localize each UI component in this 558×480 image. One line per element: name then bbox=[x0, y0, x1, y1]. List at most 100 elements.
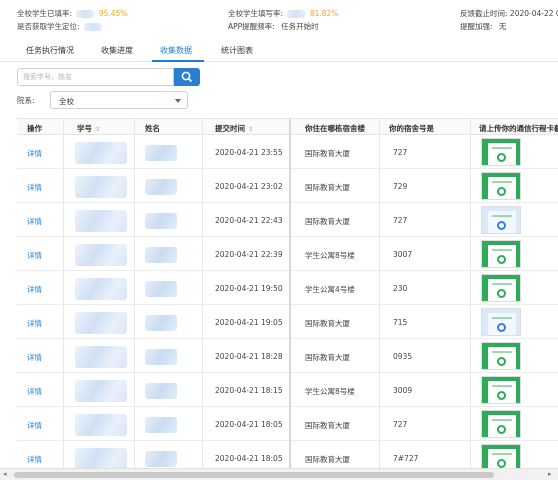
header-student-id[interactable]: 学号 ⇕ bbox=[77, 123, 100, 134]
check-icon bbox=[497, 459, 506, 468]
uploaded-image-thumbnail[interactable] bbox=[481, 308, 521, 336]
thumbnail-bar bbox=[492, 215, 512, 217]
search-icon bbox=[181, 71, 192, 82]
reminder-value: 无 bbox=[498, 22, 507, 31]
redacted-student-id bbox=[75, 210, 127, 232]
header-action: 操作 bbox=[27, 124, 42, 133]
thumbnail-card bbox=[488, 313, 516, 335]
redacted-name bbox=[145, 451, 177, 467]
tab-collected-data[interactable]: 收集数据 bbox=[160, 45, 192, 56]
detail-link[interactable]: 详情 bbox=[27, 454, 42, 465]
submit-time-cell: 2020-04-21 23:02 bbox=[215, 182, 283, 191]
check-icon bbox=[497, 187, 506, 196]
thumbnail-bar bbox=[492, 385, 512, 387]
submit-time-cell: 2020-04-21 18:28 bbox=[215, 352, 283, 361]
filled-rate-value: 81.82% bbox=[309, 9, 339, 18]
check-icon bbox=[497, 255, 506, 264]
submit-time-cell: 2020-04-21 18:15 bbox=[215, 386, 283, 395]
column-divider bbox=[134, 119, 135, 468]
column-divider bbox=[470, 119, 471, 468]
horizontal-scrollbar[interactable]: ◂ ▸ bbox=[0, 468, 558, 480]
department-filter-label: 院系: bbox=[17, 96, 35, 105]
registered-rate-stat: 全校学生已填率: 95.45% bbox=[17, 8, 127, 19]
filled-rate-label: 全校学生填写率: bbox=[228, 9, 284, 18]
dorm-building-cell: 国际教育大厦 bbox=[305, 149, 350, 158]
data-table: 操作 学号 ⇕ 姓名 提交时间 ⇕ 你住在哪栋宿舍楼 你的宿舍号是 请上传你的通信行… bbox=[17, 118, 558, 468]
redacted-name bbox=[145, 417, 177, 433]
header-submit-time[interactable]: 提交时间 ⇕ bbox=[215, 123, 253, 134]
uploaded-image-thumbnail[interactable] bbox=[481, 342, 521, 370]
submit-time-cell: 2020-04-21 22:43 bbox=[215, 216, 283, 225]
redacted-name bbox=[145, 145, 177, 161]
table-row: 详情 2020-04-21 18:05 国际教育大厦 727 bbox=[17, 407, 558, 441]
detail-link[interactable]: 详情 bbox=[27, 318, 42, 329]
thumbnail-bar bbox=[492, 181, 512, 183]
thumbnail-card bbox=[488, 245, 516, 267]
header-submit-time-label: 提交时间 bbox=[215, 124, 245, 133]
column-divider bbox=[379, 119, 380, 468]
check-icon bbox=[497, 391, 506, 400]
table-row: 详情 2020-04-21 19:50 学生公寓4号楼 230 bbox=[17, 271, 558, 305]
table-row: 详情 2020-04-21 23:55 国际教育大厦 727 bbox=[17, 135, 558, 169]
tab-statistics-charts[interactable]: 统计图表 bbox=[221, 45, 253, 56]
uploaded-image-thumbnail[interactable] bbox=[481, 206, 521, 234]
dorm-number-cell: 715 bbox=[393, 318, 408, 327]
scroll-right-icon[interactable]: ▸ bbox=[548, 470, 552, 478]
scrollbar-thumb[interactable] bbox=[14, 472, 494, 478]
detail-link[interactable]: 详情 bbox=[27, 216, 42, 227]
redacted-student-id bbox=[75, 142, 127, 164]
dorm-number-cell: 7#727 bbox=[393, 454, 419, 463]
location-stat: 是否获取学生定位: bbox=[17, 21, 104, 32]
detail-link[interactable]: 详情 bbox=[27, 352, 42, 363]
table-row: 详情 2020-04-21 18:05 国际教育大厦 7#727 bbox=[17, 441, 558, 468]
uploaded-image-thumbnail[interactable] bbox=[481, 376, 521, 404]
redacted-student-id bbox=[75, 448, 127, 468]
uploaded-image-thumbnail[interactable] bbox=[481, 444, 521, 468]
thumbnail-bar bbox=[492, 283, 512, 285]
tab-collection-progress[interactable]: 收集进度 bbox=[101, 45, 133, 56]
dorm-building-cell: 学生公寓8号楼 bbox=[305, 387, 355, 396]
dorm-building-cell: 国际教育大厦 bbox=[305, 455, 350, 464]
tab-task-execution[interactable]: 任务执行情况 bbox=[26, 45, 74, 56]
dorm-building-cell: 国际教育大厦 bbox=[305, 217, 350, 226]
scroll-left-icon[interactable]: ◂ bbox=[3, 470, 7, 478]
detail-link[interactable]: 详情 bbox=[27, 250, 42, 261]
redacted-name bbox=[145, 281, 177, 297]
thumbnail-card bbox=[488, 449, 516, 468]
detail-link[interactable]: 详情 bbox=[27, 420, 42, 431]
redacted-student-id bbox=[75, 244, 127, 266]
uploaded-image-thumbnail[interactable] bbox=[481, 240, 521, 268]
dorm-number-cell: 727 bbox=[393, 148, 408, 157]
reminder-stat: 提醒加强: 无 bbox=[460, 21, 506, 32]
submit-time-cell: 2020-04-21 19:05 bbox=[215, 318, 283, 327]
reminder-label: 提醒加强: bbox=[460, 22, 493, 31]
dorm-number-cell: 729 bbox=[393, 182, 408, 191]
uploaded-image-thumbnail[interactable] bbox=[481, 274, 521, 302]
thumbnail-bar bbox=[492, 249, 512, 251]
deadline-value: 2020-04-22 00 bbox=[509, 9, 558, 18]
redacted-student-id bbox=[75, 380, 127, 402]
sort-icon: ⇕ bbox=[248, 126, 254, 133]
detail-link[interactable]: 详情 bbox=[27, 386, 42, 397]
search-button[interactable] bbox=[174, 68, 200, 86]
detail-link[interactable]: 详情 bbox=[27, 182, 42, 193]
filled-rate-stat: 全校学生填写率: 81.82% bbox=[228, 8, 338, 19]
dorm-building-cell: 学生公寓4号楼 bbox=[305, 285, 355, 294]
search-input[interactable] bbox=[17, 68, 174, 86]
redacted-student-id bbox=[75, 176, 127, 198]
header-name: 姓名 bbox=[145, 124, 160, 133]
uploaded-image-thumbnail[interactable] bbox=[481, 410, 521, 438]
detail-link[interactable]: 详情 bbox=[27, 148, 42, 159]
detail-link[interactable]: 详情 bbox=[27, 284, 42, 295]
department-select[interactable]: 全校 bbox=[50, 91, 188, 109]
uploaded-image-thumbnail[interactable] bbox=[481, 138, 521, 166]
redacted-name bbox=[145, 315, 177, 331]
uploaded-image-thumbnail[interactable] bbox=[481, 172, 521, 200]
redacted-name bbox=[145, 349, 177, 365]
sort-icon: ⇕ bbox=[95, 126, 101, 133]
chevron-down-icon bbox=[175, 99, 181, 103]
thumbnail-bar bbox=[492, 419, 512, 421]
redacted-student-id bbox=[75, 312, 127, 334]
submit-time-cell: 2020-04-21 19:50 bbox=[215, 284, 283, 293]
header-dorm-number: 你的宿舍号是 bbox=[389, 124, 434, 133]
